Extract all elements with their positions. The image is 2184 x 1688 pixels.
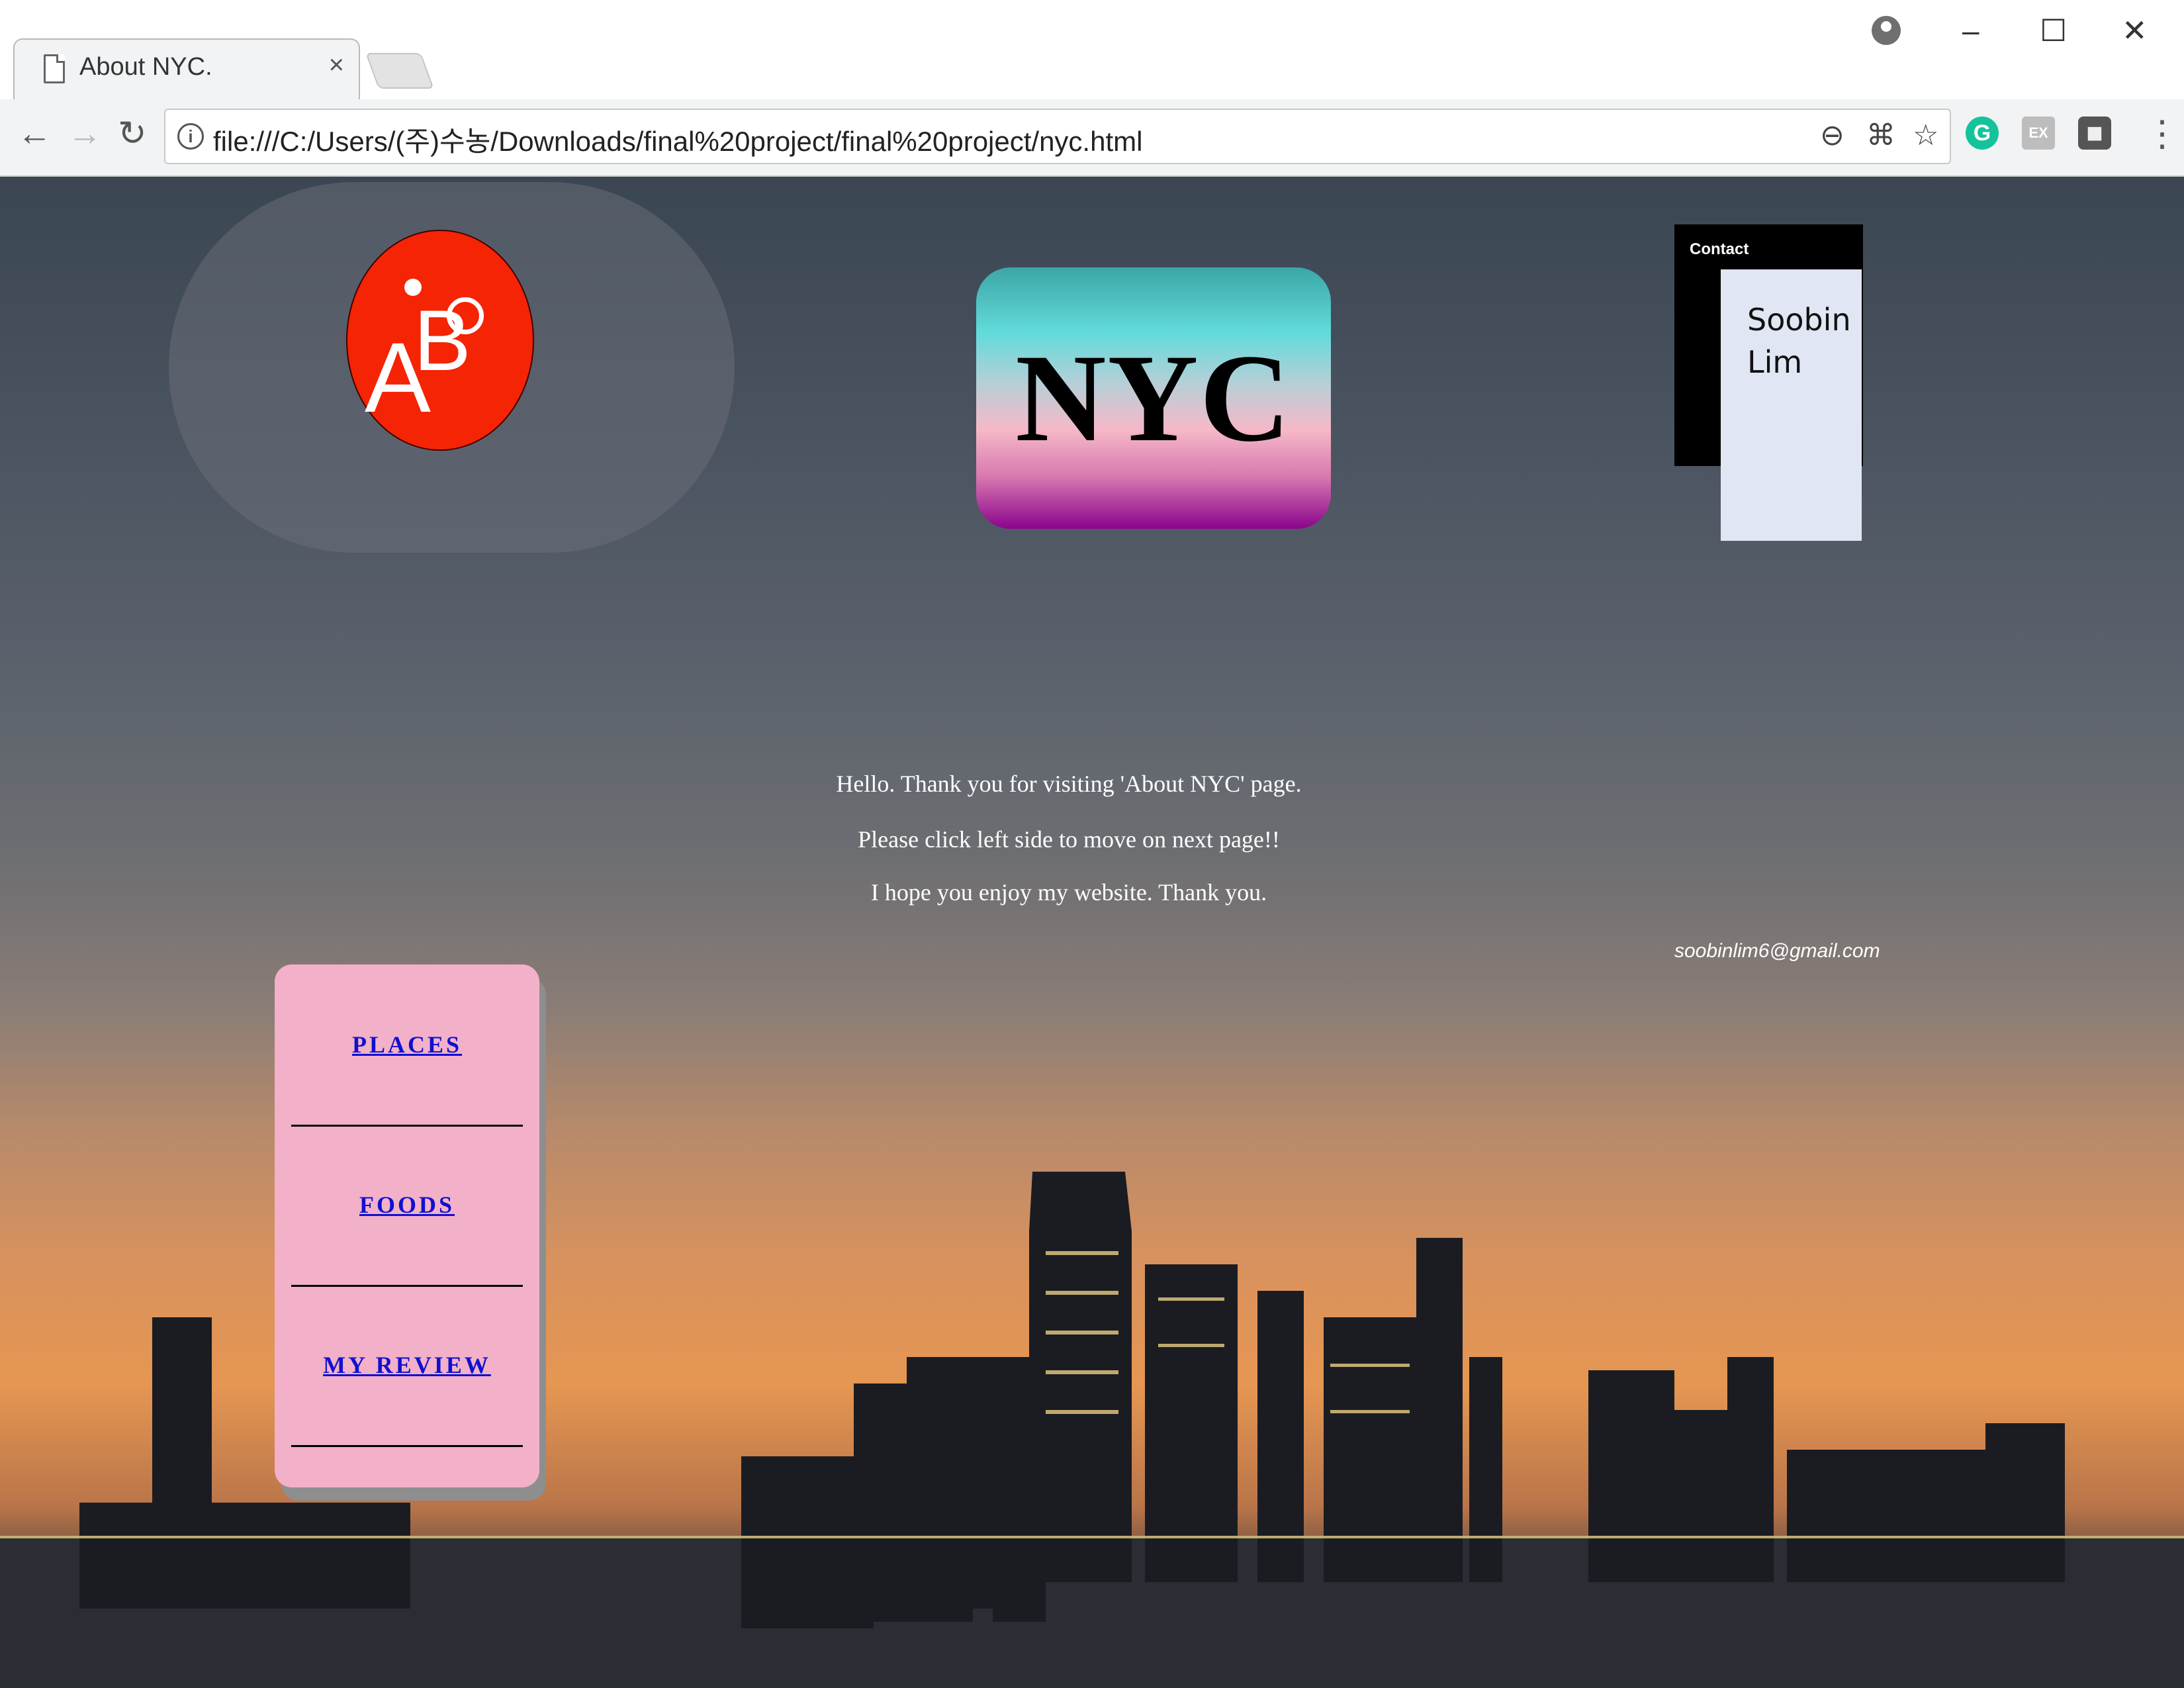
logo-ring [447,297,484,334]
title-box: NYC [976,267,1331,529]
contact-first-name: Soobin [1747,302,1851,338]
reload-button[interactable]: ↻ [118,114,147,154]
menu-icon[interactable]: ⋮ [2144,114,2180,154]
grammarly-icon[interactable]: G [1966,117,1999,150]
forward-button[interactable]: → [68,114,102,154]
page-title: NYC [1015,328,1292,468]
page-viewport: A B NYC Contact Soobin Lim soobinlim6@gm… [0,177,2184,1688]
contact-label: Contact [1690,240,1749,258]
new-tab-button[interactable] [365,53,434,89]
translate-icon[interactable]: ⌘ [1866,119,1895,152]
foods-link[interactable]: FOODS [291,1191,523,1219]
close-tab-icon[interactable]: × [329,50,344,80]
tab-about-nyc[interactable]: About NYC. × [13,38,360,101]
page-icon [44,54,65,83]
greeting-line-2: Please click left side to move on next p… [858,826,1280,853]
maximize-button[interactable]: ☐ [2040,11,2067,50]
greeting-line-3: I hope you enjoy my website. Thank you. [870,879,1267,906]
site-info-icon[interactable]: i [177,123,204,150]
menu-item-my-review: MY REVIEW [291,1285,523,1447]
contact-email: soobinlim6@gmail.com [1674,940,1880,962]
contact-card: Soobin Lim [1721,269,1862,541]
profile-icon[interactable] [1872,16,1901,45]
menu-item-places: PLACES [291,964,523,1127]
nav-menu: PLACES FOODS MY REVIEW [275,964,539,1487]
minimize-button[interactable]: – [1962,11,1979,50]
contact-last-name: Lim [1747,344,1803,380]
url-text[interactable]: file:///C:/Users/(주)수농/Downloads/final%2… [213,119,1142,160]
greeting-line-1: Hello. Thank you for visiting 'About NYC… [836,771,1302,797]
tab-strip: About NYC. × – ☐ ✕ [0,0,2184,101]
back-button[interactable]: ← [17,114,52,154]
toolbar: ← → ↻ i file:///C:/Users/(주)수농/Downloads… [0,99,2184,175]
browser-chrome: About NYC. × – ☐ ✕ ← → ↻ i file:///C:/Us… [0,0,2184,177]
ex-extension-icon[interactable]: EX [2022,117,2055,150]
places-link[interactable]: PLACES [291,1031,523,1058]
site-logo[interactable]: A B [346,230,534,451]
address-bar[interactable]: i file:///C:/Users/(주)수농/Downloads/final… [164,109,1951,164]
bookmark-star-icon[interactable]: ☆ [1913,119,1938,152]
shield-extension-icon[interactable]: ◼ [2078,117,2111,150]
zoom-out-icon[interactable]: ⊖ [1820,119,1844,152]
menu-item-foods: FOODS [291,1125,523,1287]
tab-title: About NYC. [79,53,212,81]
my-review-link[interactable]: MY REVIEW [291,1351,523,1379]
contact-name: Soobin Lim [1747,299,1851,383]
close-window-button[interactable]: ✕ [2122,11,2148,50]
